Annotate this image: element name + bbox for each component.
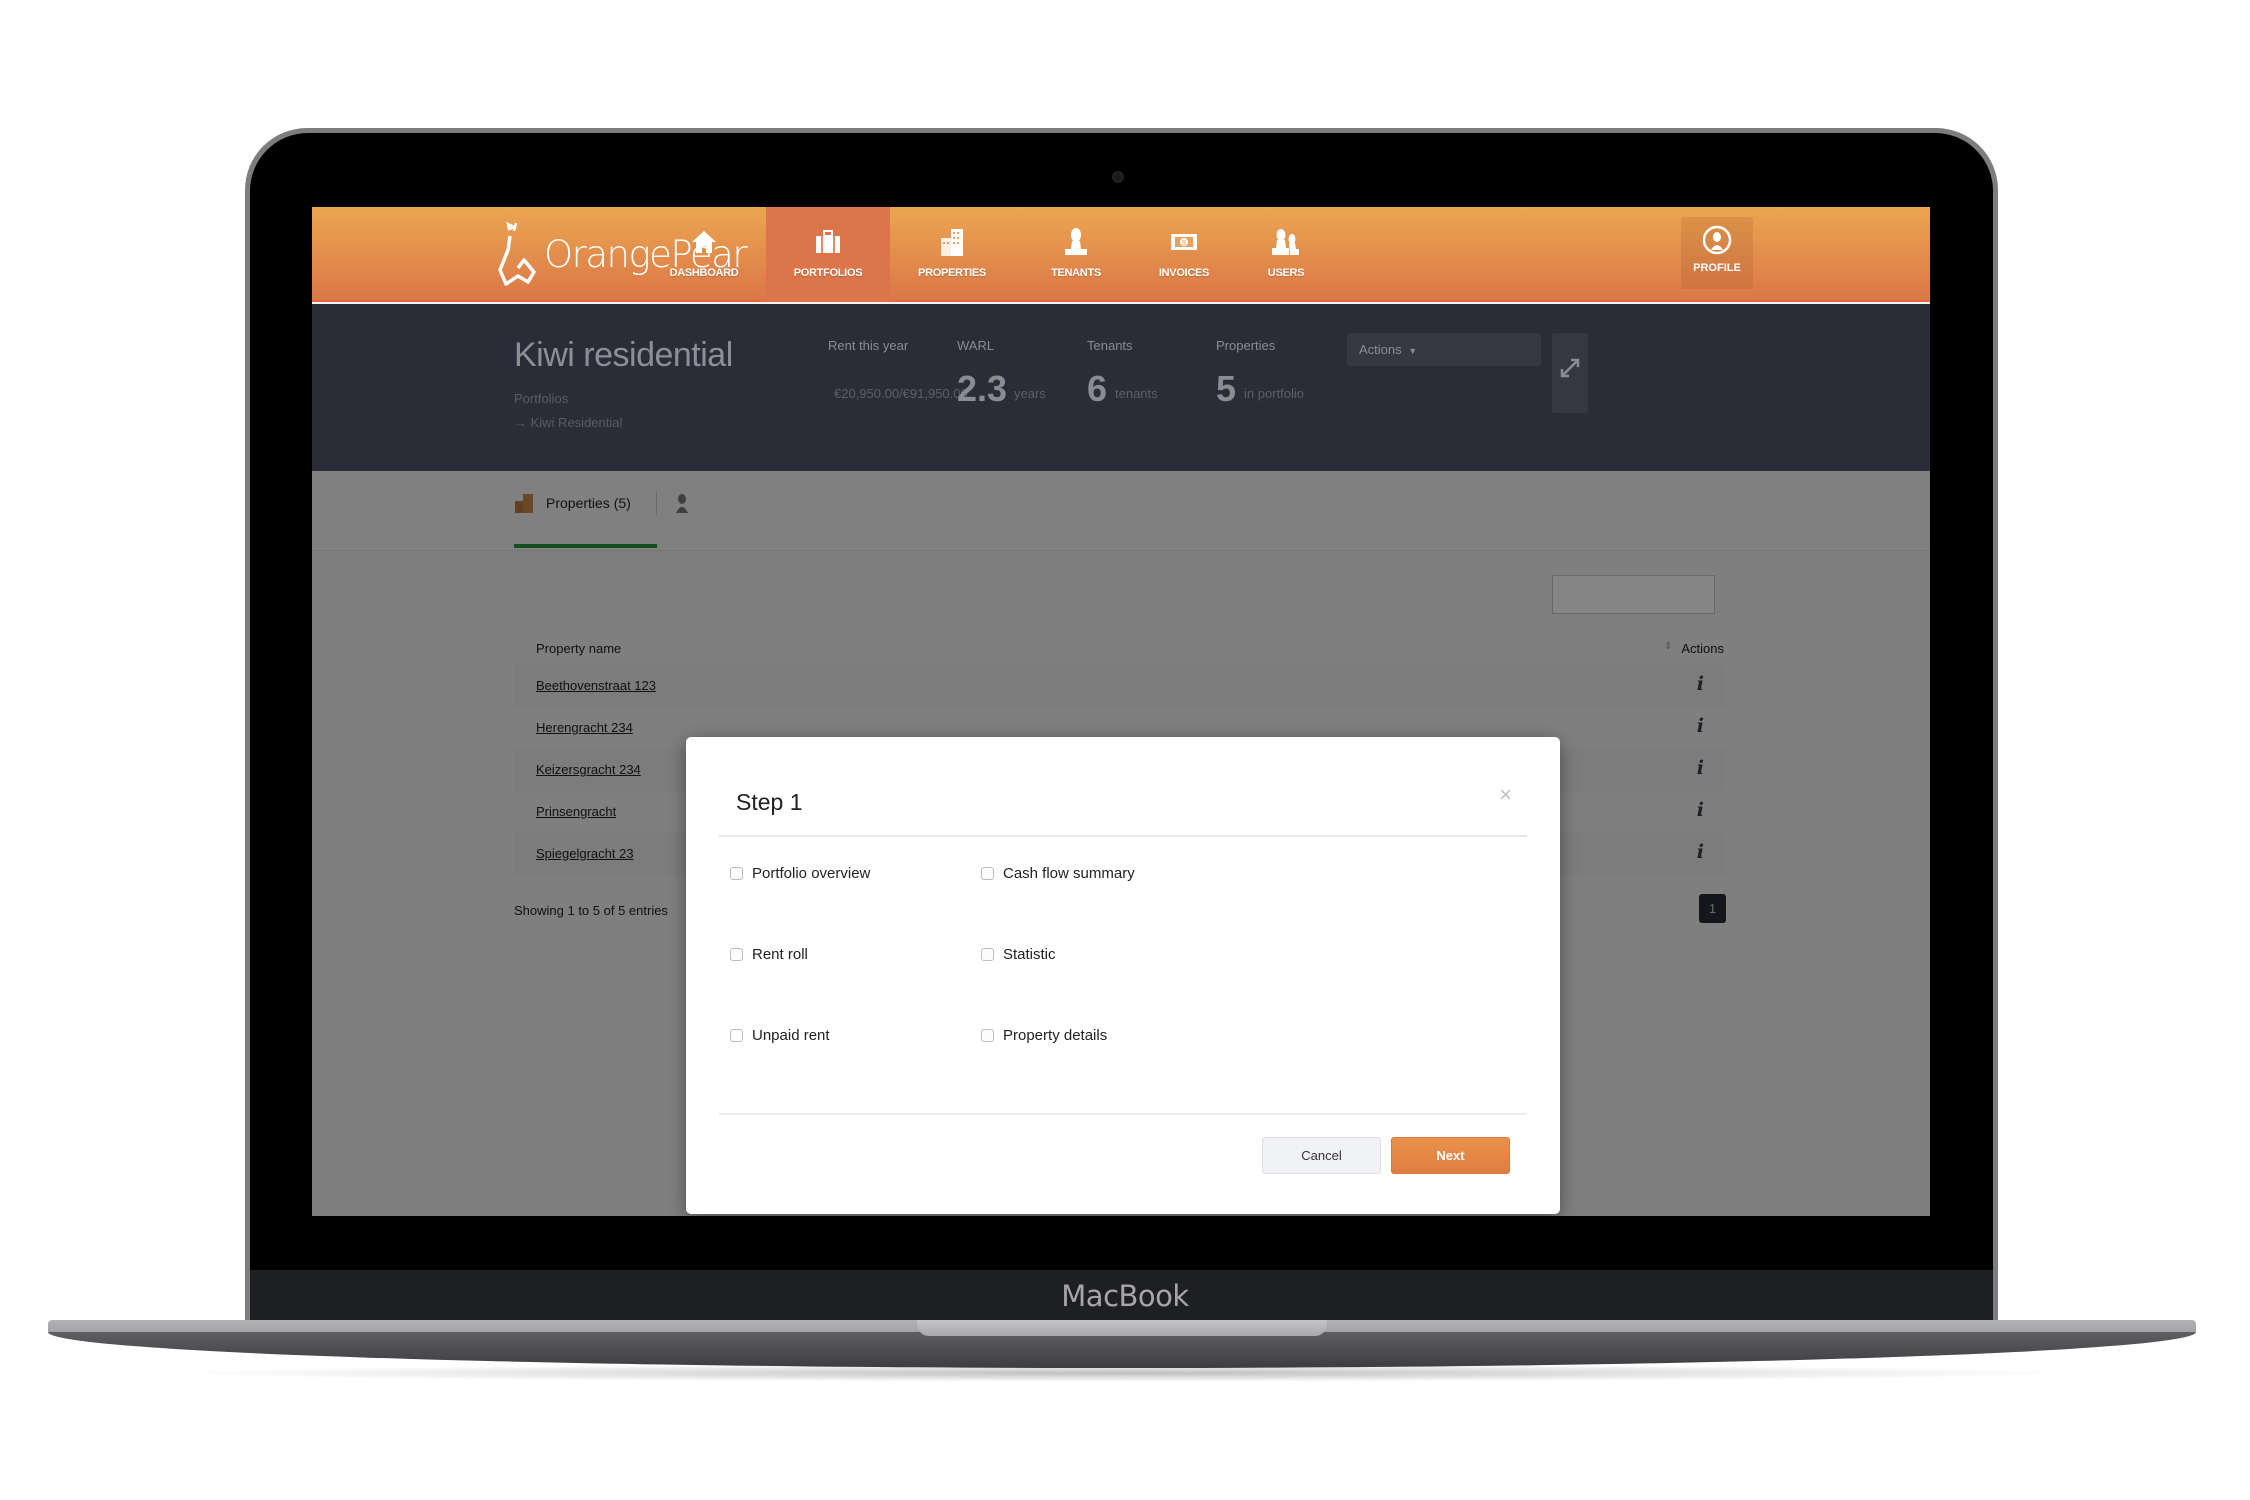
nav-properties[interactable]: PROPERTIES bbox=[890, 207, 1014, 302]
building-icon bbox=[941, 229, 963, 256]
profile-button[interactable]: PROFILE bbox=[1681, 217, 1753, 289]
option-property-details[interactable]: Property details bbox=[981, 1027, 1107, 1044]
checkbox[interactable] bbox=[730, 948, 743, 961]
pear-logo-icon bbox=[498, 221, 536, 286]
expand-arrows-icon bbox=[1560, 358, 1580, 378]
stat-properties-label: Properties bbox=[1216, 338, 1276, 353]
home-icon bbox=[692, 231, 716, 253]
top-navbar: OrangePear DASHBOARD PORTFOLIOS PROPERTI… bbox=[312, 207, 1930, 302]
expand-button[interactable] bbox=[1552, 333, 1588, 413]
page-title: Kiwi residential bbox=[514, 336, 733, 374]
stat-properties-unit: in portfolio bbox=[1244, 386, 1304, 401]
svg-text:$: $ bbox=[1182, 240, 1186, 247]
laptop-base bbox=[48, 1332, 2196, 1368]
stat-tenants-value: 6 bbox=[1087, 368, 1108, 409]
option-cash-flow-summary[interactable]: Cash flow summary bbox=[981, 865, 1135, 882]
checkbox[interactable] bbox=[981, 867, 994, 880]
checkbox[interactable] bbox=[981, 948, 994, 961]
person-icon bbox=[1065, 228, 1087, 255]
nav-portfolios[interactable]: PORTFOLIOS bbox=[766, 207, 890, 302]
option-rent-roll[interactable]: Rent roll bbox=[730, 946, 808, 963]
stat-properties-value: 5 bbox=[1216, 368, 1237, 409]
nav-users[interactable]: USERS bbox=[1224, 207, 1348, 302]
stat-tenants-label: Tenants bbox=[1087, 338, 1133, 353]
option-unpaid-rent[interactable]: Unpaid rent bbox=[730, 1027, 830, 1044]
user-circle-icon bbox=[1702, 225, 1732, 255]
screen: OrangePear DASHBOARD PORTFOLIOS PROPERTI… bbox=[312, 207, 1930, 1216]
users-icon bbox=[1272, 229, 1299, 255]
stat-warl-value: 2.3 bbox=[957, 368, 1008, 409]
modal-backdrop[interactable]: Step 1 × Portfolio overview Cash flow su… bbox=[312, 471, 1930, 1216]
option-statistic[interactable]: Statistic bbox=[981, 946, 1056, 963]
divider bbox=[719, 1113, 1527, 1115]
dialog-title: Step 1 bbox=[736, 789, 803, 815]
actions-dropdown[interactable]: Actions ▼ bbox=[1347, 333, 1541, 366]
close-icon[interactable]: × bbox=[1499, 782, 1512, 808]
banknote-icon: $ bbox=[1171, 234, 1197, 250]
laptop-notch bbox=[917, 1320, 1327, 1336]
breadcrumb-current: → Kiwi Residential bbox=[514, 415, 623, 430]
stat-rent-label: Rent this year bbox=[828, 338, 909, 353]
option-portfolio-overview[interactable]: Portfolio overview bbox=[730, 865, 870, 882]
step-dialog: Step 1 × Portfolio overview Cash flow su… bbox=[686, 737, 1560, 1214]
device-label: MacBook bbox=[1061, 1279, 1189, 1313]
stat-tenants-unit: tenants bbox=[1115, 386, 1158, 401]
camera-icon bbox=[1112, 171, 1124, 183]
checkbox[interactable] bbox=[730, 1029, 743, 1042]
stat-warl-unit: years bbox=[1014, 386, 1046, 401]
nav-tenants[interactable]: TENANTS bbox=[1014, 207, 1138, 302]
nav-dashboard[interactable]: DASHBOARD bbox=[642, 207, 766, 302]
portfolio-summary: Kiwi residential Portfolios → Kiwi Resid… bbox=[312, 304, 1930, 471]
breadcrumb-portfolios[interactable]: Portfolios bbox=[514, 391, 568, 406]
stat-warl-label: WARL bbox=[957, 338, 995, 353]
cancel-button[interactable]: Cancel bbox=[1262, 1137, 1381, 1174]
caret-down-icon: ▼ bbox=[1408, 346, 1418, 356]
checkbox[interactable] bbox=[730, 867, 743, 880]
next-button[interactable]: Next bbox=[1391, 1137, 1510, 1174]
stat-rent-value: €20,950.00/€91,950.00 bbox=[834, 386, 968, 401]
divider bbox=[719, 835, 1527, 837]
briefcase-icon bbox=[816, 230, 840, 253]
checkbox[interactable] bbox=[981, 1029, 994, 1042]
